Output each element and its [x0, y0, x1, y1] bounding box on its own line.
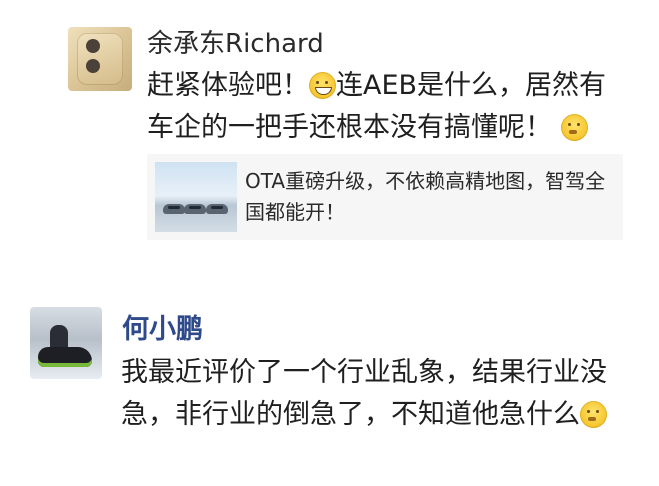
shared-link-card[interactable]: OTA重磅升级，不依赖高精地图，智驾全国都能开！	[147, 154, 623, 240]
camera-module-icon	[86, 39, 100, 53]
grinning-face-icon	[309, 72, 336, 99]
phone-image	[77, 33, 123, 85]
thinking-face-icon	[580, 401, 607, 428]
avatar[interactable]	[30, 307, 102, 379]
author-name[interactable]: 余承东Richard	[147, 29, 324, 59]
comment-text-part-1: 赶紧体验吧！	[147, 70, 309, 101]
car-image	[184, 204, 206, 214]
avatar[interactable]	[68, 27, 132, 91]
link-title: OTA重磅升级，不依赖高精地图，智驾全国都能开！	[245, 169, 606, 224]
car-image	[206, 204, 228, 214]
snowmobile-image	[38, 347, 92, 367]
author-name[interactable]: 何小鹏	[122, 315, 203, 345]
comment-text: 赶紧体验吧！ 连AEB是什么，居然有车企的一把手还根本没有搞懂呢！	[147, 65, 627, 149]
link-thumbnail	[155, 162, 237, 232]
comment-richard: 余承东Richard 赶紧体验吧！ 连AEB是什么，居然有车企的一把手还根本没有搞…	[0, 0, 659, 270]
car-image	[163, 204, 185, 214]
thinking-face-icon	[560, 114, 588, 141]
comment-text-part-1: 我最近评价了一个行业乱象，结果行业没急，非行业的倒急了，不知道他急什么	[121, 357, 607, 430]
comment-text: 我最近评价了一个行业乱象，结果行业没急，非行业的倒急了，不知道他急什么	[121, 352, 641, 436]
